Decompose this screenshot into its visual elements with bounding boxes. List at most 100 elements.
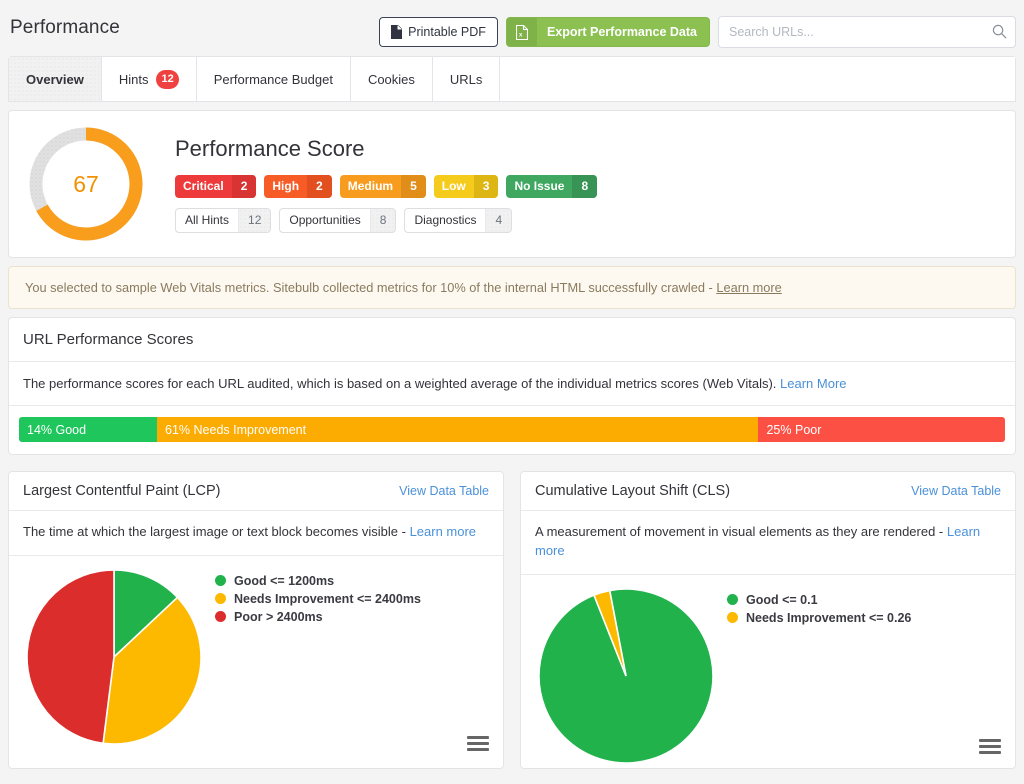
hamburger-menu-icon-bar bbox=[979, 738, 1001, 742]
lcp-legend-item-poor[interactable]: Poor > 2400ms bbox=[215, 610, 421, 624]
notice-learn-more-link[interactable]: Learn more bbox=[716, 280, 781, 295]
badge-low-label: Low bbox=[441, 179, 466, 193]
badge-medium-label: Medium bbox=[347, 179, 394, 193]
performance-score-card: 67 Performance Score Critical 2 High 2 M… bbox=[8, 110, 1016, 258]
badge-critical[interactable]: Critical 2 bbox=[175, 174, 257, 198]
search-input[interactable] bbox=[718, 16, 1016, 48]
badge-critical-label: Critical bbox=[183, 179, 224, 193]
performance-score-value: 67 bbox=[73, 170, 99, 197]
tab-cookies[interactable]: Cookies bbox=[350, 57, 433, 101]
tab-overview[interactable]: Overview bbox=[9, 57, 102, 101]
filter-all-hints[interactable]: All Hints 12 bbox=[175, 207, 272, 233]
filter-diagnostics-count: 4 bbox=[485, 208, 512, 232]
cls-chart-menu-button[interactable] bbox=[979, 738, 1001, 757]
badge-medium[interactable]: Medium 5 bbox=[339, 174, 426, 198]
cls-view-data-table-link[interactable]: View Data Table bbox=[911, 484, 1001, 498]
filter-all-hints-label: All Hints bbox=[185, 213, 230, 227]
tab-bar-filler bbox=[500, 57, 1015, 101]
lcp-description-text: The time at which the largest image or t… bbox=[23, 524, 410, 539]
cls-legend-label-needs-improvement: Needs Improvement <= 0.26 bbox=[746, 610, 912, 625]
lcp-chart-description: The time at which the largest image or t… bbox=[9, 511, 503, 556]
badge-low[interactable]: Low 3 bbox=[433, 174, 499, 198]
tab-overview-label: Overview bbox=[26, 71, 84, 87]
hint-filter-row: All Hints 12 Opportunities 8 Diagnostics… bbox=[175, 207, 597, 233]
tab-urls-label: URLs bbox=[449, 71, 483, 87]
badge-no-issue-count: 8 bbox=[572, 174, 598, 198]
lcp-legend-item-good[interactable]: Good <= 1200ms bbox=[215, 574, 421, 588]
svg-text:x: x bbox=[519, 32, 523, 38]
hamburger-menu-icon-bar bbox=[979, 744, 1001, 748]
cls-description-text: A measurement of movement in visual elem… bbox=[535, 524, 947, 539]
lcp-legend-item-needs-improvement[interactable]: Needs Improvement <= 2400ms bbox=[215, 592, 421, 606]
tab-performance-budget[interactable]: Performance Budget bbox=[196, 57, 351, 101]
tab-hints-label: Hints bbox=[118, 71, 149, 87]
cls-chart-title: Cumulative Layout Shift (CLS) bbox=[535, 483, 731, 499]
file-excel-icon: x bbox=[506, 18, 537, 46]
file-pdf-icon bbox=[391, 25, 403, 39]
lcp-chart-title: Largest Contentful Paint (LCP) bbox=[23, 483, 221, 499]
performance-score-donut: 67 bbox=[27, 125, 145, 243]
badge-no-issue-label: No Issue bbox=[514, 179, 565, 193]
badge-critical-count: 2 bbox=[231, 174, 257, 198]
url-performance-stacked-bar: 14% Good 61% Needs Improvement 25% Poor bbox=[19, 417, 1005, 442]
badge-high-count: 2 bbox=[307, 174, 332, 198]
hamburger-menu-icon-bar bbox=[979, 750, 1001, 754]
filter-opportunities-label: Opportunities bbox=[289, 213, 361, 227]
page-header: Performance Printable PDF x Export Perfo… bbox=[0, 0, 1024, 56]
badge-no-issue[interactable]: No Issue 8 bbox=[506, 174, 598, 198]
printable-pdf-label: Printable PDF bbox=[408, 25, 486, 39]
performance-score-title: Performance Score bbox=[175, 135, 365, 161]
cls-chart-body: Good <= 0.1 Needs Improvement <= 0.26 bbox=[521, 575, 1015, 771]
header-actions: Printable PDF x Export Performance Data bbox=[379, 16, 1016, 48]
url-performance-description-text: The performance scores for each URL audi… bbox=[23, 376, 781, 391]
notice-text: You selected to sample Web Vitals metric… bbox=[25, 280, 717, 295]
printable-pdf-button[interactable]: Printable PDF bbox=[379, 17, 498, 47]
lcp-pie-chart bbox=[19, 562, 209, 752]
tab-hints[interactable]: Hints 12 bbox=[101, 57, 197, 101]
filter-opportunities[interactable]: Opportunities 8 bbox=[279, 207, 397, 233]
badge-medium-count: 5 bbox=[401, 174, 426, 198]
lcp-learn-more-link[interactable]: Learn more bbox=[410, 524, 476, 539]
lcp-legend-label-good: Good <= 1200ms bbox=[234, 573, 335, 588]
cls-chart-card: Cumulative Layout Shift (CLS) View Data … bbox=[520, 471, 1016, 769]
hamburger-menu-icon-bar bbox=[467, 748, 489, 751]
cls-legend-item-good[interactable]: Good <= 0.1 bbox=[727, 593, 911, 607]
url-performance-learn-more-link[interactable]: Learn More bbox=[780, 376, 846, 391]
tab-performance-budget-label: Performance Budget bbox=[213, 71, 333, 87]
filter-diagnostics-label: Diagnostics bbox=[414, 213, 477, 227]
filter-diagnostics[interactable]: Diagnostics 4 bbox=[404, 207, 513, 233]
cls-legend-item-needs-improvement[interactable]: Needs Improvement <= 0.26 bbox=[727, 611, 911, 625]
export-performance-data-button[interactable]: x Export Performance Data bbox=[505, 17, 710, 47]
lcp-view-data-table-link[interactable]: View Data Table bbox=[399, 484, 489, 498]
web-vitals-charts-row: Largest Contentful Paint (LCP) View Data… bbox=[0, 463, 1024, 777]
tab-cookies-label: Cookies bbox=[367, 71, 415, 87]
legend-color-dot-good bbox=[215, 575, 226, 587]
cls-pie-chart bbox=[531, 581, 721, 771]
lcp-chart-menu-button[interactable] bbox=[467, 736, 489, 754]
legend-color-dot-good bbox=[727, 594, 738, 606]
pie-slice[interactable] bbox=[26, 569, 115, 745]
lcp-chart-card: Largest Contentful Paint (LCP) View Data… bbox=[8, 471, 504, 769]
url-performance-scores-card: URL Performance Scores The performance s… bbox=[8, 317, 1016, 455]
filter-all-hints-count: 12 bbox=[238, 208, 271, 232]
tab-hints-count: 12 bbox=[156, 69, 179, 89]
stacked-bar-segment-good[interactable]: 14% Good bbox=[19, 417, 158, 442]
filter-opportunities-count: 8 bbox=[369, 208, 396, 232]
lcp-chart-body: Good <= 1200ms Needs Improvement <= 2400… bbox=[9, 556, 503, 768]
search-urls-wrapper bbox=[718, 16, 1016, 48]
hamburger-menu-icon-bar bbox=[467, 742, 489, 745]
performance-page: Performance Printable PDF x Export Perfo… bbox=[0, 0, 1024, 784]
web-vitals-sampling-notice: You selected to sample Web Vitals metric… bbox=[8, 266, 1016, 309]
badge-high[interactable]: High 2 bbox=[264, 174, 332, 198]
lcp-legend-label-needs-improvement: Needs Improvement <= 2400ms bbox=[234, 591, 421, 606]
legend-color-dot-needs-improvement bbox=[727, 612, 738, 624]
tab-urls[interactable]: URLs bbox=[432, 57, 501, 101]
performance-score-body: Performance Score Critical 2 High 2 Medi… bbox=[175, 135, 598, 233]
hamburger-menu-icon-bar bbox=[467, 736, 489, 739]
url-performance-description: The performance scores for each URL audi… bbox=[9, 362, 1015, 406]
badge-low-count: 3 bbox=[473, 174, 499, 198]
cls-legend-label-good: Good <= 0.1 bbox=[746, 592, 818, 607]
export-performance-data-label: Export Performance Data bbox=[546, 25, 697, 39]
stacked-bar-segment-needs-improvement[interactable]: 61% Needs Improvement bbox=[157, 417, 759, 442]
stacked-bar-segment-poor[interactable]: 25% Poor bbox=[758, 417, 1005, 442]
